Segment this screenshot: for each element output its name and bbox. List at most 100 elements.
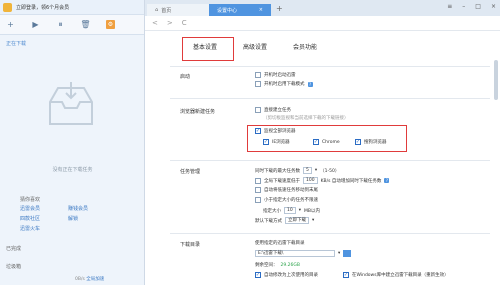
address-bar[interactable]	[196, 19, 496, 28]
size-input[interactable]: 10	[284, 207, 296, 214]
empty-inbox-icon	[49, 82, 93, 125]
downloading-tab[interactable]: 正在下载	[6, 40, 26, 47]
option-label: 自动将低速任务移动到末尾	[264, 188, 318, 193]
checkbox[interactable]	[255, 72, 261, 78]
option-default-mode: 默认下载方式 立即下载 ▾	[255, 217, 314, 224]
checkbox-checked[interactable]: ✓	[313, 139, 319, 145]
menu-icon[interactable]: ≡	[447, 3, 452, 10]
checkbox[interactable]	[255, 177, 261, 184]
chevron-down-icon[interactable]: ▾	[312, 218, 314, 223]
chevron-down-icon[interactable]: ▾	[315, 168, 317, 173]
avatar[interactable]	[3, 2, 12, 12]
empty-message: 没有正在下载任务	[52, 167, 93, 173]
nav-bar: < > C	[145, 16, 500, 31]
window-controls: ≡ – □ ×	[447, 3, 496, 10]
option-label: 在Windows库中建立迅雷下载目录（重新生效）	[352, 273, 449, 278]
unit-label: MB以内	[304, 208, 320, 214]
option-direct-create[interactable]: 直接建立任务	[255, 107, 291, 113]
delete-icon[interactable]: 🗑	[80, 20, 90, 29]
close-icon[interactable]: ×	[259, 7, 263, 13]
status-bar: 0B/s 全局加速	[75, 276, 104, 282]
option-autostart[interactable]: 开机时启动迅雷	[255, 72, 296, 78]
pause-icon[interactable]: ⏸	[56, 20, 65, 29]
rec-link[interactable]: 解锁	[68, 215, 108, 222]
accelerate-link[interactable]: 全局加速	[86, 277, 104, 282]
option-label: 开机时启用下载模式	[264, 82, 305, 87]
option-label: 搜狗浏览器	[364, 140, 387, 145]
option-label: 指定大小	[263, 208, 281, 214]
option-download-mode[interactable]: 开机时启用下载模式 ?	[255, 81, 313, 87]
tab-bar: ⌂ 首页 设置中心 × + ≡ – □ ×	[145, 0, 500, 16]
trash-tab[interactable]: 垃圾箱	[6, 263, 21, 270]
max-tasks-select[interactable]: 5	[303, 167, 312, 174]
recommend-title: 猜你喜欢	[20, 197, 41, 203]
recommend-links: 迅雷会员 赚钱会员 四款社区 解锁 迅雷火车	[20, 205, 108, 232]
tab-advanced-settings[interactable]: 高级设置	[230, 38, 280, 55]
free-space: 剩余空间： 29.26GB	[255, 262, 300, 269]
dir-path-input[interactable]: E:\迅雷下载\	[255, 250, 335, 257]
option-label: Chrome	[322, 139, 340, 145]
option-chrome[interactable]: ✓ Chrome	[313, 139, 340, 145]
option-windows-library[interactable]: ✓ 在Windows库中建立迅雷下载目录（重新生效）	[343, 272, 449, 278]
checkbox-checked[interactable]: ✓	[255, 272, 261, 278]
option-ie[interactable]: ✓ IE浏览器	[263, 139, 290, 145]
home-icon: ⌂	[155, 7, 159, 13]
tab-home-label: 首页	[161, 7, 172, 14]
rec-link[interactable]: 四款社区	[20, 215, 68, 222]
tab-member-features[interactable]: 会员功能	[280, 38, 330, 55]
option-speed-threshold[interactable]: 全局下载速度低于 100 KB/s 自动增加同时下载任务数 ?	[255, 177, 390, 184]
help-icon[interactable]: ?	[384, 178, 390, 183]
window-close-icon[interactable]: ×	[491, 3, 496, 10]
checkbox[interactable]	[255, 107, 261, 113]
option-size-limit: 指定大小 10 ▾ MB以内	[263, 207, 320, 214]
maximize-icon[interactable]: □	[475, 3, 481, 10]
login-link[interactable]: 立即登录，领6个月会员	[16, 4, 69, 11]
option-label: 默认下载方式	[255, 218, 282, 224]
checkbox[interactable]	[255, 81, 261, 87]
section-startup-label: 启动	[180, 74, 191, 80]
dir-path-row: E:\迅雷下载\ ▾	[255, 250, 352, 257]
minimize-icon[interactable]: –	[462, 3, 465, 10]
tab-settings[interactable]: 设置中心 ×	[209, 4, 271, 16]
new-task-icon[interactable]: +	[6, 20, 15, 29]
option-monitor-browsers[interactable]: ✓ 监视全部浏览器	[255, 128, 296, 134]
option-sogou[interactable]: ✓ 搜狗浏览器	[355, 139, 387, 145]
rec-link[interactable]	[68, 225, 108, 232]
rec-link[interactable]: 迅雷会员	[20, 205, 68, 212]
toolbar: + ▶ ⏸ 🗑 ⚙	[0, 15, 144, 35]
new-tab-button[interactable]: +	[271, 4, 288, 13]
tab-home[interactable]: ⌂ 首页	[147, 4, 209, 16]
start-icon[interactable]: ▶	[31, 20, 40, 29]
back-icon[interactable]: <	[152, 19, 158, 27]
default-mode-select[interactable]: 立即下载	[285, 217, 309, 224]
rec-link[interactable]: 迅雷火车	[20, 225, 68, 232]
forward-icon[interactable]: >	[167, 19, 173, 27]
free-space-label: 剩余空间：	[255, 263, 278, 268]
chevron-down-icon[interactable]: ▾	[299, 208, 301, 213]
settings-icon[interactable]: ⚙	[106, 20, 115, 29]
checkbox-checked[interactable]: ✓	[255, 128, 261, 134]
option-note-text: （剪切板监视和当前选择下载的下载链接）	[263, 116, 349, 121]
option-label: 直接建立任务	[264, 108, 291, 113]
scrollbar[interactable]	[494, 60, 498, 100]
browse-button[interactable]	[343, 250, 352, 257]
option-label: 自动修改为上次使用的目录	[264, 273, 318, 278]
option-label: 开机时启动迅雷	[264, 73, 296, 78]
option-auto-last-dir[interactable]: ✓ 自动修改为上次使用的目录	[255, 272, 318, 278]
option-no-limit-small[interactable]: 小于指定大小的任务不限速	[255, 197, 318, 203]
refresh-icon[interactable]: C	[182, 19, 187, 27]
speed-input[interactable]: 100	[303, 177, 318, 184]
chevron-down-icon[interactable]: ▾	[338, 251, 340, 256]
checkbox[interactable]	[255, 197, 261, 203]
option-note: （剪切板监视和当前选择下载的下载链接）	[263, 115, 349, 121]
checkbox-checked[interactable]: ✓	[355, 139, 361, 145]
checkbox[interactable]	[255, 187, 261, 193]
divider	[170, 233, 490, 234]
option-move-slow[interactable]: 自动将低速任务移动到末尾	[255, 187, 318, 193]
help-icon[interactable]: ?	[307, 81, 313, 87]
checkbox-checked[interactable]: ✓	[263, 139, 269, 145]
checkbox-checked[interactable]: ✓	[343, 272, 349, 278]
option-label: IE浏览器	[272, 140, 290, 145]
completed-tab[interactable]: 已完成	[6, 245, 21, 252]
rec-link[interactable]: 赚钱会员	[68, 205, 108, 212]
